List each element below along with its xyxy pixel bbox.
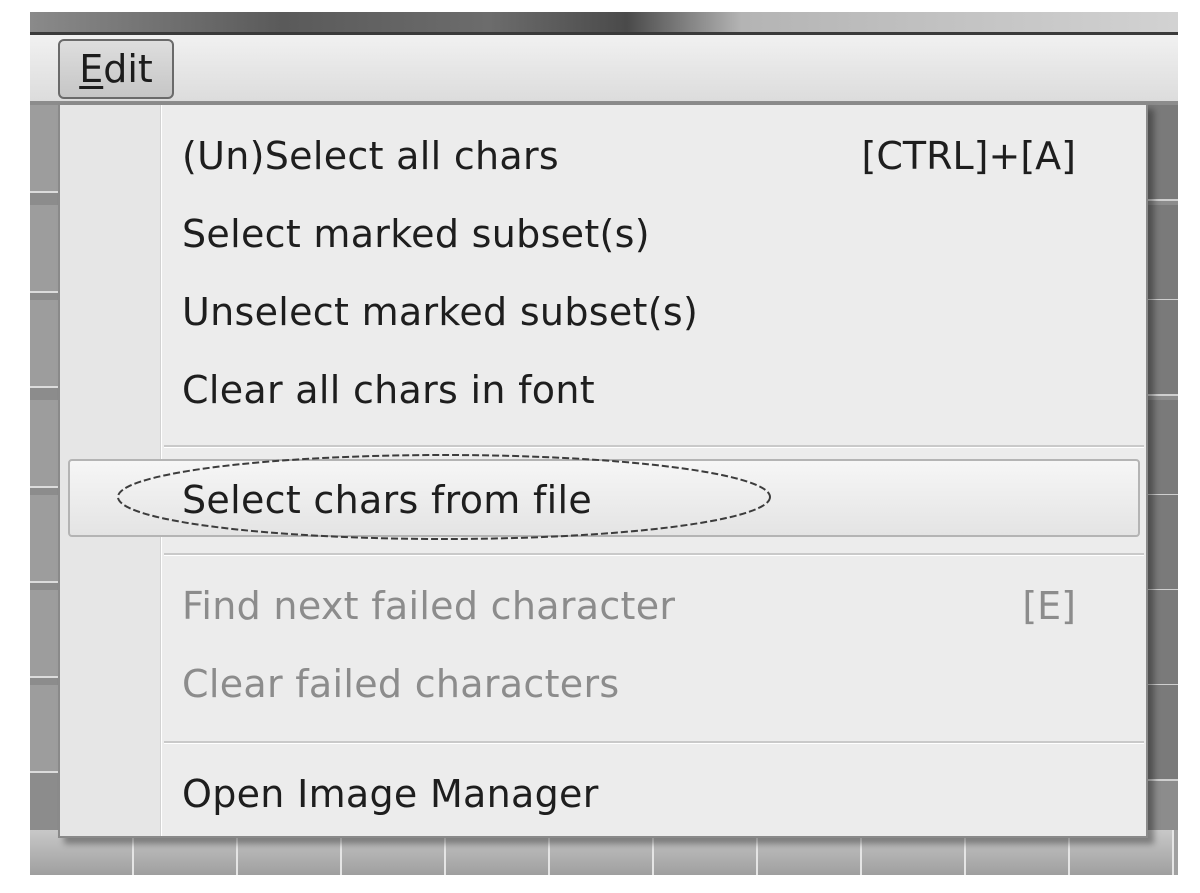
menu-item-label: Unselect marked subset(s)	[182, 290, 699, 334]
edit-dropdown-menu: (Un)Select all chars [CTRL]+[A] Select m…	[58, 103, 1148, 838]
grid-cell[interactable]	[30, 205, 60, 293]
menu-separator	[164, 445, 1144, 448]
menu-item-label: Select chars from file	[182, 478, 593, 522]
menu-item-label: Clear all chars in font	[182, 368, 595, 412]
menu-item-label: (Un)Select all chars	[182, 134, 560, 178]
menu-item-label: Clear failed characters	[182, 662, 620, 706]
menu-item-select-chars-from-file[interactable]: Select chars from file	[68, 459, 1140, 537]
menu-item-clear-failed-characters[interactable]: Clear failed characters	[60, 645, 1146, 723]
grid-cell[interactable]	[1148, 495, 1178, 591]
grid-cell[interactable]	[1148, 400, 1178, 496]
menu-item-shortcut: [E]	[1022, 584, 1076, 628]
menu-item-select-marked-subsets[interactable]: Select marked subset(s)	[60, 195, 1146, 273]
grid-cell[interactable]	[1148, 205, 1178, 301]
grid-cell[interactable]	[30, 105, 60, 193]
grid-cell[interactable]	[1148, 105, 1178, 201]
menu-separator	[164, 553, 1144, 556]
menu-item-open-image-manager[interactable]: Open Image Manager	[60, 755, 1146, 833]
edit-menu-mnemonic: E	[79, 47, 104, 91]
menu-item-label: Open Image Manager	[182, 772, 599, 816]
grid-cell[interactable]	[30, 495, 60, 583]
menu-item-shortcut: [CTRL]+[A]	[861, 134, 1076, 178]
menu-item-label: Find next failed character	[182, 584, 676, 628]
window-title-bar	[30, 12, 1178, 32]
menu-edit[interactable]: Edit	[58, 39, 174, 99]
menu-separator	[164, 741, 1144, 744]
edit-menu-label: dit	[103, 47, 153, 91]
menu-item-clear-all-chars[interactable]: Clear all chars in font	[60, 351, 1146, 429]
grid-cell[interactable]	[30, 300, 60, 388]
menu-item-find-next-failed-character[interactable]: Find next failed character [E]	[60, 567, 1146, 645]
menu-bar	[30, 35, 1178, 102]
menu-item-unselect-all-chars[interactable]: (Un)Select all chars [CTRL]+[A]	[60, 117, 1146, 195]
grid-cell[interactable]	[30, 685, 60, 773]
menu-item-unselect-marked-subsets[interactable]: Unselect marked subset(s)	[60, 273, 1146, 351]
grid-cell[interactable]	[1148, 300, 1178, 396]
grid-cell[interactable]	[30, 400, 60, 488]
grid-cell[interactable]	[1148, 685, 1178, 781]
grid-cell[interactable]	[30, 590, 60, 678]
grid-cell[interactable]	[1148, 590, 1178, 686]
menu-item-label: Select marked subset(s)	[182, 212, 650, 256]
